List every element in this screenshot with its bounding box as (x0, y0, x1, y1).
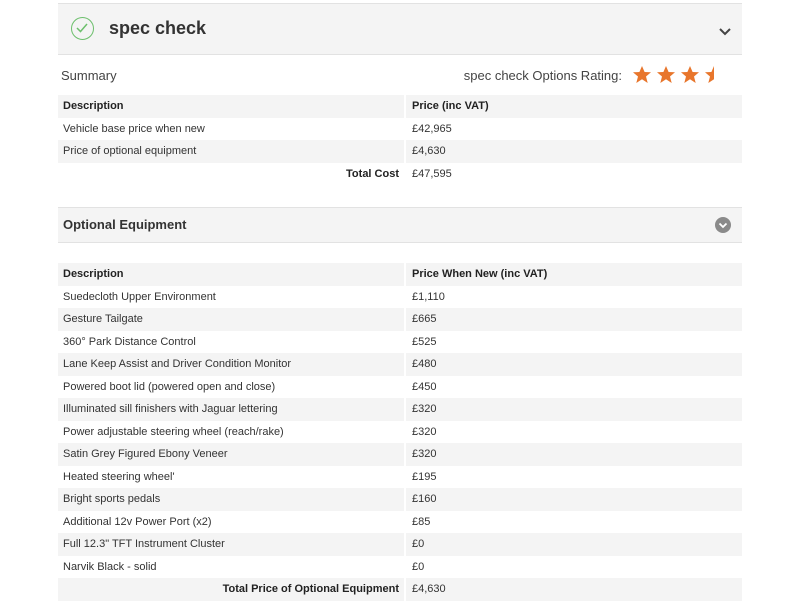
row-description: Price of optional equipment (58, 140, 405, 163)
total-row: Total Price of Optional Equipment £4,630 (58, 578, 742, 601)
row-price: £160 (404, 488, 742, 511)
table-row: Price of optional equipment £4,630 (58, 140, 742, 163)
header-price: Price When New (inc VAT) (404, 263, 742, 286)
header-description: Description (58, 95, 405, 118)
total-label: Total Cost (346, 167, 399, 180)
total-label: Total Price of Optional Equipment (58, 578, 405, 601)
header-description: Description (58, 263, 405, 286)
optional-equipment-table: Description Price When New (inc VAT) Sue… (58, 263, 742, 601)
header-price: Price (inc VAT) (404, 95, 742, 118)
row-price: £665 (404, 308, 742, 331)
row-price: £0 (404, 533, 742, 556)
row-description: Powered boot lid (powered open and close… (63, 380, 276, 393)
row-description: Suedecloth Upper Environment (63, 290, 216, 303)
table-row: Satin Grey Figured Ebony Veneer £320 (58, 443, 742, 466)
star-icon (633, 66, 651, 83)
total-value: £47,595 (404, 162, 742, 185)
optional-equipment-title: Optional Equipment (63, 217, 187, 232)
star-icon (657, 66, 675, 83)
row-description: Bright sports pedals (58, 488, 405, 511)
table-row: 360° Park Distance Control £525 (58, 330, 742, 353)
row-price: £320 (404, 420, 742, 443)
row-price: £320 (404, 443, 742, 466)
row-price: £42,965 (404, 117, 742, 140)
table-row: Suedecloth Upper Environment £1,110 (58, 285, 742, 308)
row-price: £450 (404, 375, 742, 398)
star-icon (681, 66, 699, 83)
row-price: £4,630 (404, 140, 742, 163)
row-description: Narvik Black - solid (63, 560, 157, 573)
total-value: £4,630 (404, 578, 742, 601)
row-description: Vehicle base price when new (63, 122, 205, 135)
table-row: Lane Keep Assist and Driver Condition Mo… (58, 353, 742, 376)
spec-check-header[interactable]: spec check (58, 3, 742, 55)
summary-table: Description Price (inc VAT) Vehicle base… (58, 95, 742, 185)
table-row: Heated steering wheel' £195 (58, 465, 742, 488)
row-description: 360° Park Distance Control (63, 335, 196, 348)
table-row: Powered boot lid (powered open and close… (58, 375, 742, 398)
row-description: Lane Keep Assist and Driver Condition Mo… (58, 353, 405, 376)
chevron-down-icon[interactable] (719, 23, 731, 41)
row-price: £480 (404, 353, 742, 376)
row-price: £320 (404, 398, 742, 421)
row-description: Power adjustable steering wheel (reach/r… (63, 425, 284, 438)
row-price: £0 (404, 555, 742, 578)
check-circle-icon (71, 17, 94, 40)
row-description: Illuminated sill finishers with Jaguar l… (58, 398, 405, 421)
table-row: Gesture Tailgate £665 (58, 308, 742, 331)
row-price: £1,110 (404, 285, 742, 308)
table-row: Additional 12v Power Port (x2) £85 (58, 510, 742, 533)
table-row: Full 12.3" TFT Instrument Cluster £0 (58, 533, 742, 556)
options-rating: spec check Options Rating: (464, 65, 724, 85)
row-price: £525 (404, 330, 742, 353)
star-icon (705, 66, 714, 83)
row-description: Additional 12v Power Port (x2) (63, 515, 212, 528)
spec-check-title: spec check (109, 18, 207, 38)
row-description: Satin Grey Figured Ebony Veneer (58, 443, 405, 466)
rating-stars (632, 65, 724, 85)
row-price: £195 (404, 465, 742, 488)
optional-equipment-header[interactable]: Optional Equipment (58, 207, 742, 243)
row-description: Full 12.3" TFT Instrument Cluster (58, 533, 405, 556)
table-row: Power adjustable steering wheel (reach/r… (58, 420, 742, 443)
rating-label: spec check Options Rating: (463, 67, 622, 83)
summary-label: Summary (61, 68, 117, 83)
optional-table-header: Description Price When New (inc VAT) (58, 263, 742, 286)
row-price: £85 (404, 510, 742, 533)
row-description: Heated steering wheel' (63, 470, 175, 483)
table-row: Illuminated sill finishers with Jaguar l… (58, 398, 742, 421)
total-row: Total Cost £47,595 (58, 162, 742, 185)
chevron-down-circle-icon[interactable] (715, 217, 731, 233)
table-row: Bright sports pedals £160 (58, 488, 742, 511)
table-row: Narvik Black - solid £0 (58, 555, 742, 578)
row-description: Gesture Tailgate (58, 308, 405, 331)
summary-table-header: Description Price (inc VAT) (58, 95, 742, 118)
table-row: Vehicle base price when new £42,965 (58, 117, 742, 140)
